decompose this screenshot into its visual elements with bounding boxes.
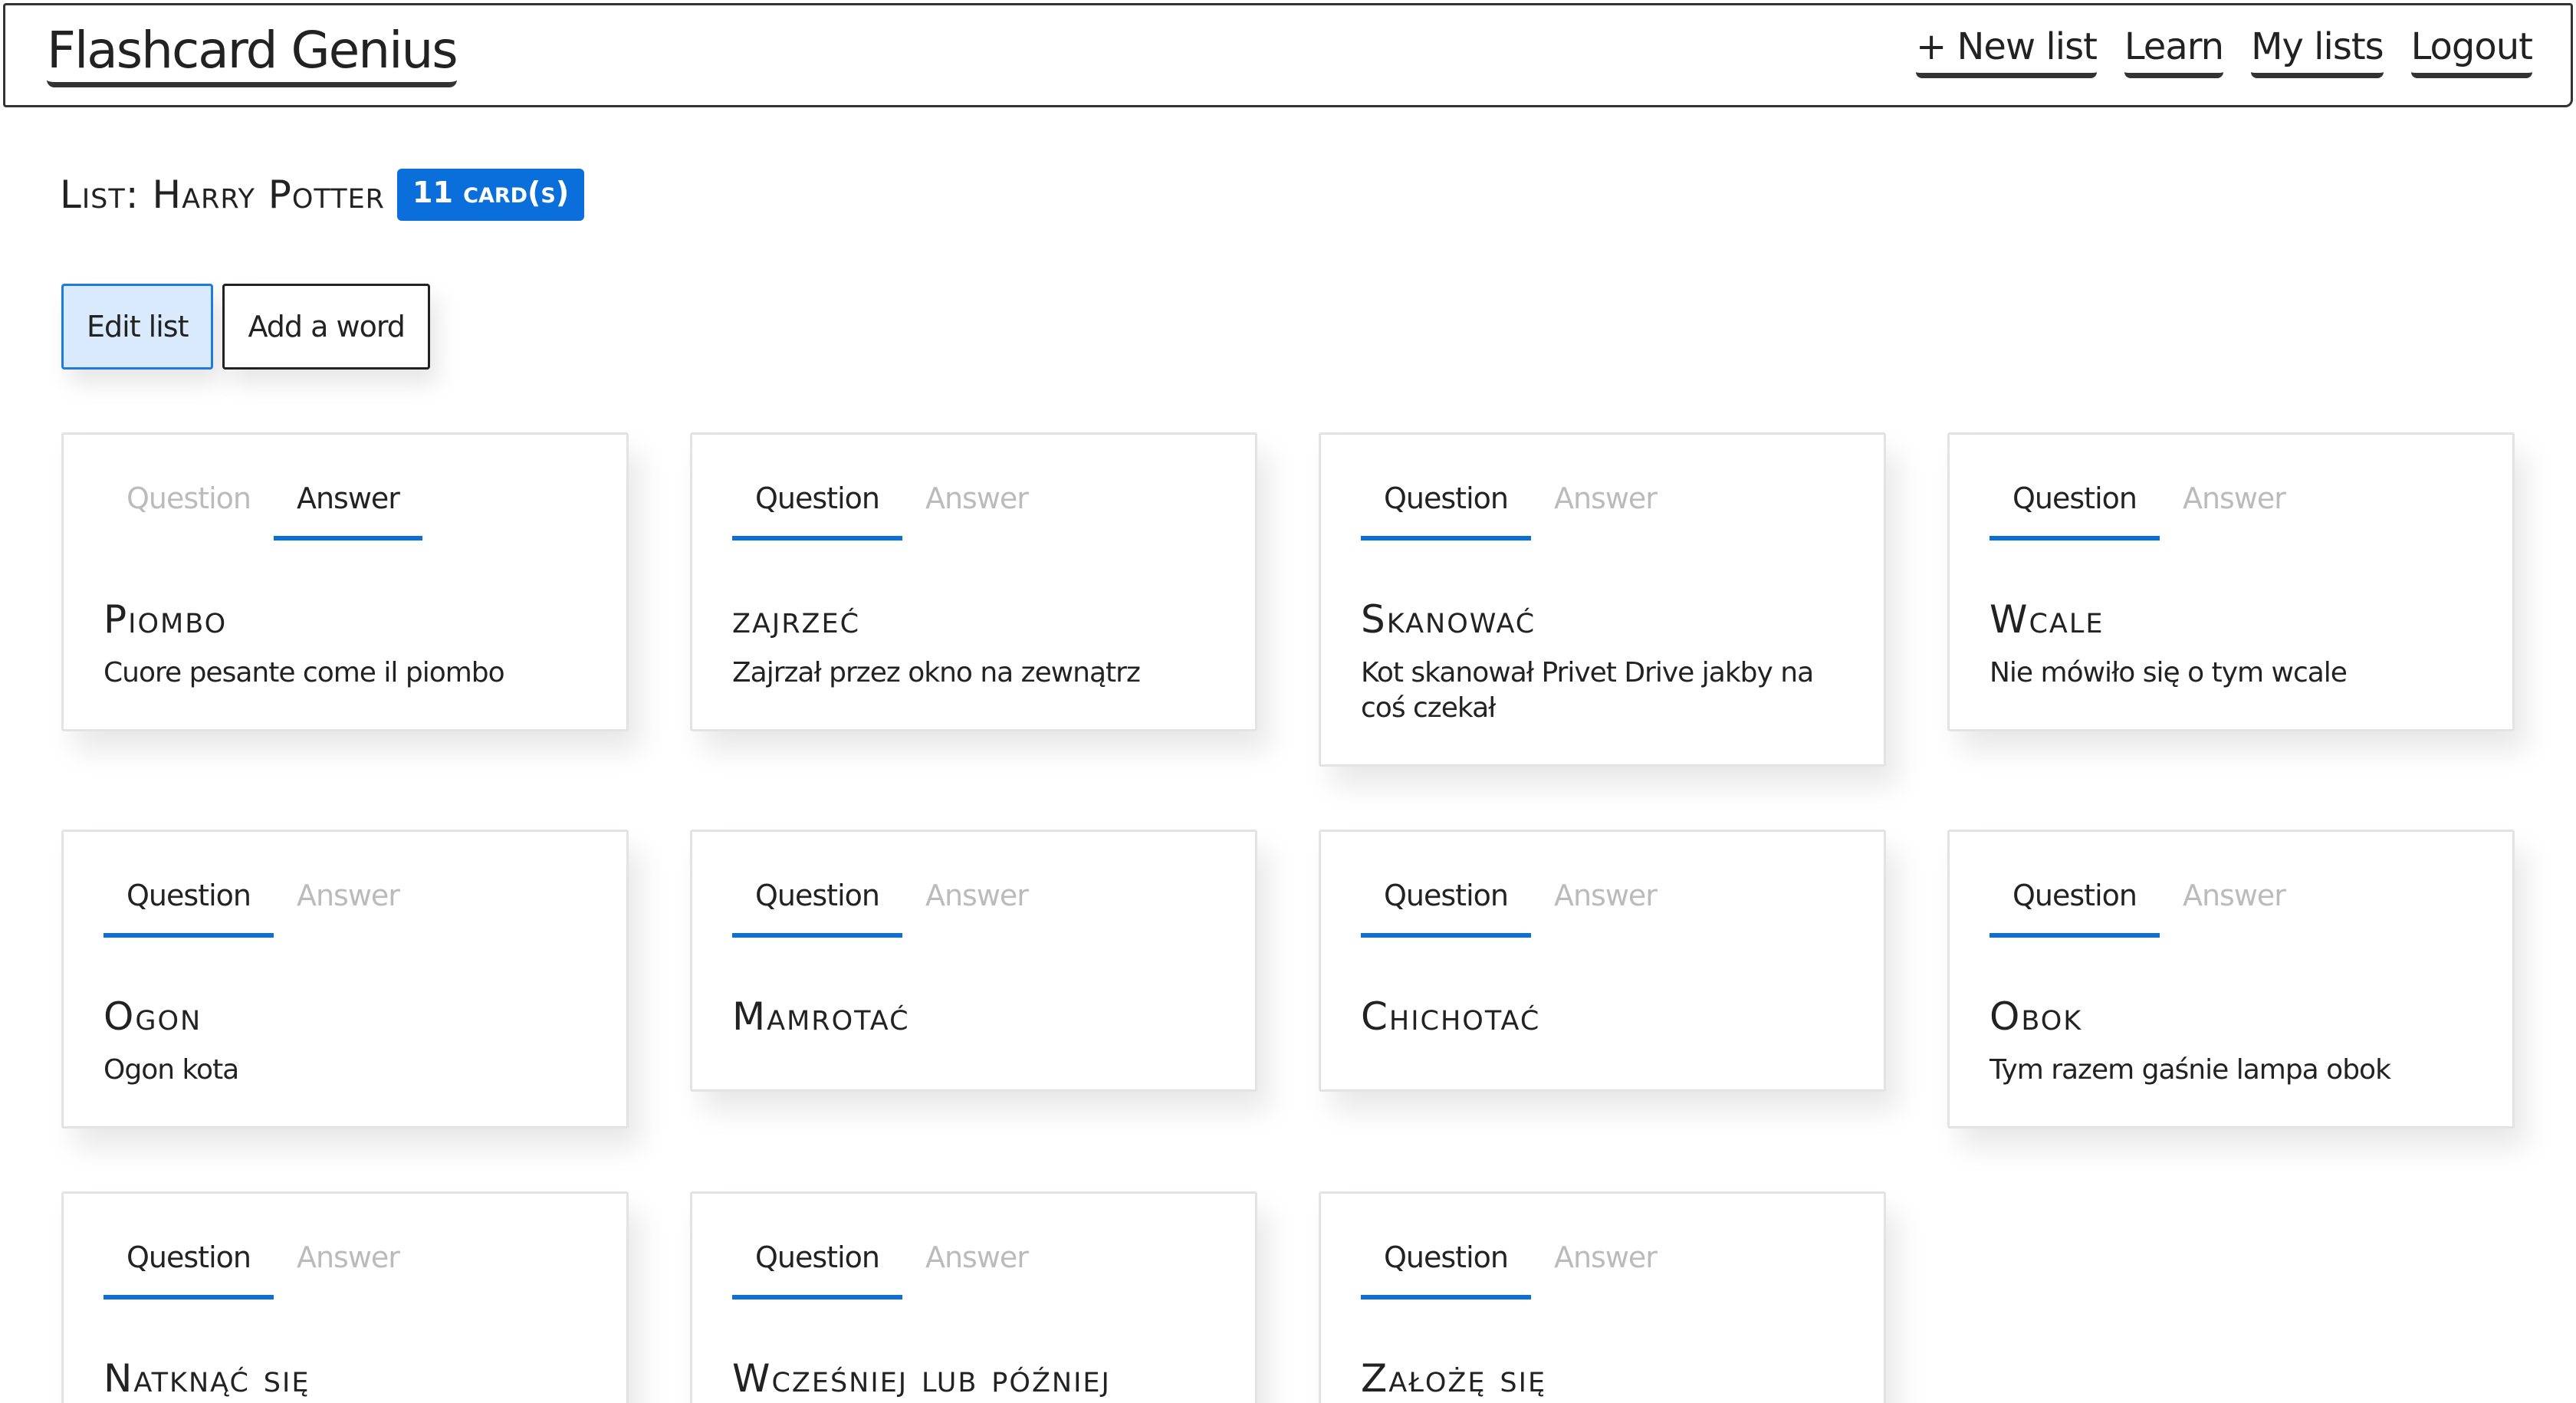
card-example: Kot skanował Privet Drive jakby na coś c…	[1361, 657, 1814, 724]
card-tabs: Question Answer	[1361, 484, 1680, 540]
tab-answer[interactable]: Answer	[902, 484, 1051, 540]
tab-question[interactable]: Question	[104, 881, 274, 938]
card-tabs: Question Answer	[104, 484, 422, 540]
flashcard[interactable]: Question Answer zajrzeć Zajrzał przez okno …	[690, 432, 1257, 731]
flashcard[interactable]: Question Answer Natknąć się	[61, 1191, 629, 1403]
flashcard[interactable]: Question Answer Skanować Kot skanował Prive…	[1319, 432, 1886, 767]
tab-answer[interactable]: Answer	[2160, 484, 2308, 540]
tab-question[interactable]: Question	[732, 484, 902, 540]
navbar: Flashcard Genius + New list Learn My lis…	[3, 3, 2573, 107]
tab-answer[interactable]: Answer	[902, 881, 1051, 938]
card-count-badge: 11 card(s)	[397, 169, 585, 221]
card-tabs: Question Answer	[1361, 1243, 1680, 1300]
brand-logo[interactable]: Flashcard Genius	[47, 25, 458, 87]
card-example: Tym razem gaśnie lampa obok	[1990, 1054, 2391, 1086]
card-word: Obok	[1990, 994, 2083, 1039]
card-tabs: Question Answer	[732, 1243, 1051, 1300]
tab-answer[interactable]: Answer	[1531, 484, 1680, 540]
edit-list-button[interactable]: Edit list	[61, 284, 214, 370]
card-example: Cuore pesante come il piombo	[104, 657, 505, 688]
nav-logout[interactable]: Logout	[2410, 28, 2533, 78]
tab-question[interactable]: Question	[104, 484, 274, 540]
nav-my-lists[interactable]: My lists	[2251, 28, 2384, 78]
card-tabs: Question Answer	[732, 881, 1051, 938]
card-word: zajrzeć	[732, 597, 861, 642]
tab-question[interactable]: Question	[732, 881, 902, 938]
card-word: Ogon	[104, 994, 202, 1039]
tab-question[interactable]: Question	[1361, 1243, 1531, 1300]
tab-answer[interactable]: Answer	[1531, 1243, 1680, 1300]
card-word: Piombo	[104, 597, 228, 642]
nav-learn[interactable]: Learn	[2124, 28, 2224, 78]
tab-answer[interactable]: Answer	[274, 881, 422, 938]
tab-question[interactable]: Question	[104, 1243, 274, 1300]
flashcard[interactable]: Question Answer Mamrotać	[690, 830, 1257, 1092]
tab-answer[interactable]: Answer	[2160, 881, 2308, 938]
flashcard[interactable]: Question Answer Obok Tym razem gaśnie lampa…	[1947, 830, 2515, 1129]
card-tabs: Question Answer	[104, 881, 422, 938]
list-heading: List: Harry Potter 11 card(s)	[60, 169, 585, 221]
card-example: Nie mówiło się o tym wcale	[1990, 657, 2348, 688]
flashcard[interactable]: Question Answer Piombo Cuore pesante come i…	[61, 432, 629, 731]
tab-question[interactable]: Question	[1361, 484, 1531, 540]
tab-question[interactable]: Question	[1990, 484, 2160, 540]
card-word: Natknąć się	[104, 1356, 310, 1401]
tab-answer[interactable]: Answer	[902, 1243, 1051, 1300]
card-word: Chichotać	[1361, 994, 1541, 1039]
card-tabs: Question Answer	[1990, 881, 2308, 938]
page-title: List: Harry Potter	[60, 172, 386, 217]
card-tabs: Question Answer	[1990, 484, 2308, 540]
card-example: Ogon kota	[104, 1054, 239, 1086]
flashcard[interactable]: Question Answer Chichotać	[1319, 830, 1886, 1092]
flashcard[interactable]: Question Answer Ogon Ogon kota	[61, 830, 629, 1129]
nav-new-list[interactable]: + New list	[1915, 28, 2098, 78]
card-tabs: Question Answer	[104, 1243, 422, 1300]
tab-answer[interactable]: Answer	[274, 1243, 422, 1300]
list-actions: Edit list Add a word	[61, 284, 430, 370]
add-word-button[interactable]: Add a word	[222, 284, 430, 370]
flashcard[interactable]: Question Answer Wcześniej lub później	[690, 1191, 1257, 1403]
tab-question[interactable]: Question	[1361, 881, 1531, 938]
nav-links: + New list Learn My lists Logout	[1915, 28, 2533, 78]
card-tabs: Question Answer	[732, 484, 1051, 540]
tab-question[interactable]: Question	[732, 1243, 902, 1300]
card-word: Wcale	[1990, 597, 2104, 642]
card-word: Skanować	[1361, 597, 1536, 642]
card-word: Założę się	[1361, 1356, 1547, 1401]
card-example: Zajrzał przez okno na zewnątrz	[732, 657, 1141, 688]
card-word: Mamrotać	[732, 994, 910, 1039]
card-tabs: Question Answer	[1361, 881, 1680, 938]
flashcard[interactable]: Question Answer Wcale Nie mówiło się o tym …	[1947, 432, 2515, 731]
tab-answer[interactable]: Answer	[1531, 881, 1680, 938]
tab-question[interactable]: Question	[1990, 881, 2160, 938]
flashcard[interactable]: Question Answer Założę się	[1319, 1191, 1886, 1403]
card-word: Wcześniej lub później	[732, 1356, 1111, 1401]
tab-answer[interactable]: Answer	[273, 484, 422, 540]
